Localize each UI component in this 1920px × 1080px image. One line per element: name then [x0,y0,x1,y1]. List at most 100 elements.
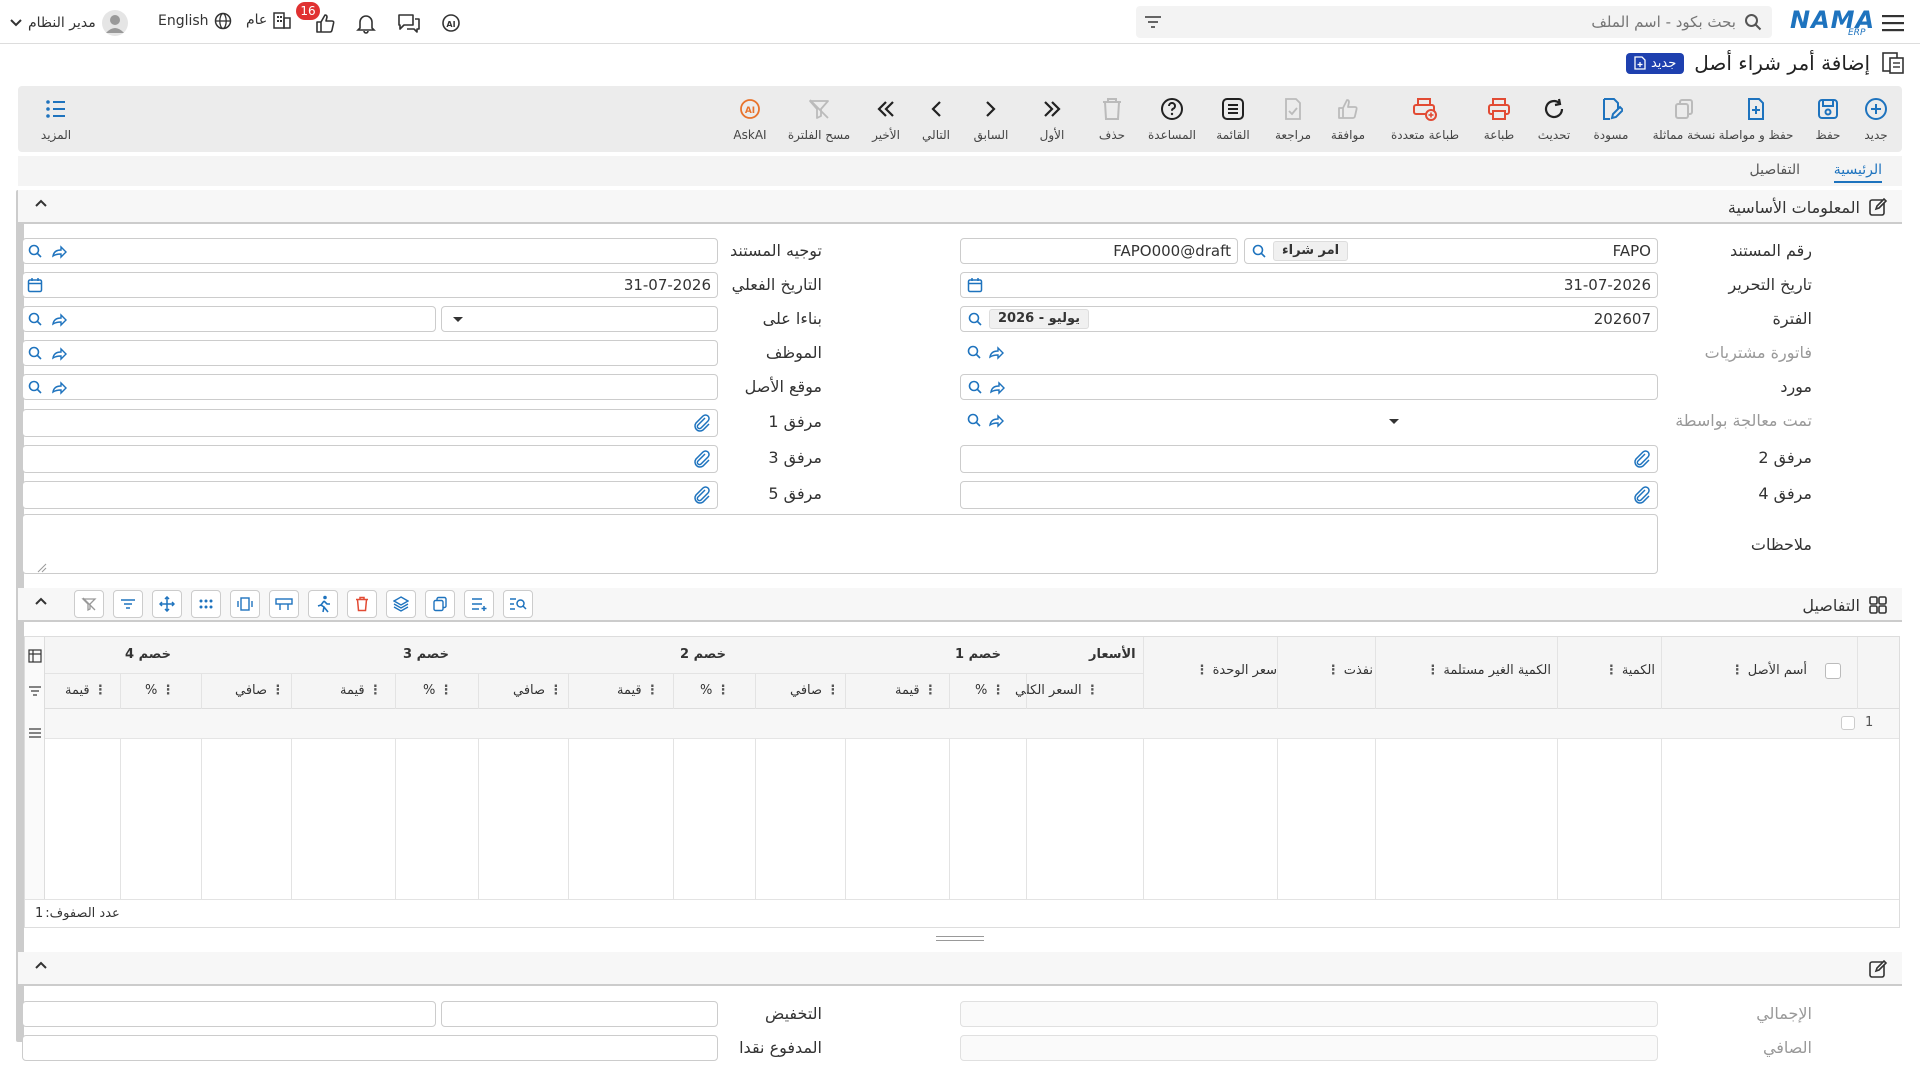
doc-routing-field[interactable] [22,238,718,264]
help-button[interactable]: المساعدة [1142,94,1202,150]
bell-icon[interactable] [353,10,379,36]
share-arrow-icon[interactable] [51,379,67,395]
col-header-unit-price[interactable]: سعر الوحدة ⋮ [1149,663,1277,678]
col-header-d2-value[interactable]: ⋮ قيمة [617,683,659,698]
details-section-header[interactable]: التفاصيل [18,588,1902,622]
col-header-d3-value[interactable]: ⋮ قيمة [340,683,382,698]
duplicate-button[interactable]: نسخة مماثلة [1653,94,1715,150]
user-menu[interactable]: مدير النظام [10,10,128,36]
save-button[interactable]: حفظ [1798,94,1858,150]
paperclip-icon[interactable] [1633,450,1651,468]
calendar-icon[interactable] [27,277,43,293]
grid-search-rows-button[interactable] [503,590,533,618]
grid-copy-row-button[interactable] [425,590,455,618]
collapse-chevron-up-icon[interactable] [34,596,48,606]
hamburger-menu-icon[interactable] [1880,10,1906,36]
employee-field[interactable] [22,340,718,366]
share-arrow-icon[interactable] [51,345,67,361]
paid-cash-field[interactable] [22,1035,718,1061]
row-menu-icon[interactable] [28,727,42,739]
search-icon[interactable] [27,243,43,259]
discount-percent-field[interactable] [441,1001,718,1027]
col-header-d3-net[interactable]: ⋮ صافي [235,683,284,698]
attachment5-field[interactable] [22,481,718,509]
doc-code-field[interactable]: FAPO000@draft [960,238,1238,264]
processed-by-type-select[interactable] [1380,408,1658,434]
grid-add-row-button[interactable] [464,590,494,618]
col-header-d4-value[interactable]: ⋮ قيمة [65,683,107,698]
tab-details[interactable]: التفاصيل [1750,162,1800,178]
supplier-field[interactable] [960,374,1658,400]
col-header-d1-percent[interactable]: ⋮ % [975,683,1005,698]
table-row[interactable]: 1 [45,709,1899,739]
processed-by-field[interactable] [960,408,1376,434]
first-record-button[interactable]: الأول [1022,94,1082,150]
list-button[interactable]: القائمة [1203,94,1263,150]
search-refresh-icon[interactable] [1251,243,1267,259]
col-header-d1-value[interactable]: ⋮ قيمة [895,683,937,698]
search-input[interactable] [1176,6,1736,38]
table-columns-icon[interactable] [28,649,42,663]
search-icon[interactable] [966,344,982,360]
col-header-d4-percent[interactable]: ⋮ % [145,683,175,698]
search-icon[interactable] [967,379,983,395]
search-icon[interactable] [27,345,43,361]
paperclip-icon[interactable] [693,450,711,468]
share-arrow-icon[interactable] [51,311,67,327]
grid-run-button[interactable] [308,590,338,618]
grid-dots-button[interactable] [191,590,221,618]
purchase-invoice-field[interactable] [960,340,1658,366]
askai-button[interactable]: AI AskAI [720,94,780,150]
grid-clear-filter-button[interactable] [74,590,104,618]
print-button[interactable]: طباعة [1469,94,1529,150]
attachment2-field[interactable] [960,445,1658,473]
paperclip-icon[interactable] [693,414,711,432]
col-header-asset-name[interactable]: أسم الأصل ⋮ [1667,663,1807,678]
col-header-quantity[interactable]: الكمية ⋮ [1565,663,1655,678]
grid-delete-row-button[interactable] [347,590,377,618]
col-header-d2-percent[interactable]: ⋮ % [700,683,730,698]
search-box[interactable] [1136,6,1772,38]
collapse-chevron-up-icon[interactable] [34,198,48,208]
ai-assistant-icon[interactable]: AI [438,10,464,36]
section-resize-grip[interactable] [936,934,984,942]
grid-layers-button[interactable] [386,590,416,618]
search-icon[interactable] [1744,13,1762,31]
grid-table-settings-button[interactable] [269,590,299,618]
col-header-d2-net[interactable]: ⋮ صافي [513,683,562,698]
actual-date-field[interactable]: 31-07-2026 [22,272,718,298]
col-header-unreceived-qty[interactable]: الكمية الغير مستلمة ⋮ [1381,663,1551,678]
basic-info-section-header[interactable]: المعلومات الأساسية [18,190,1902,224]
review-button[interactable]: مراجعة [1263,94,1323,150]
multi-print-button[interactable]: طباعة متعددة [1391,94,1459,150]
last-record-button[interactable]: الأخير [856,94,916,150]
more-button[interactable]: المزيد [26,94,86,150]
collapse-chevron-up-icon[interactable] [34,960,48,970]
search-icon[interactable] [27,379,43,395]
previous-record-button[interactable]: السابق [961,94,1021,150]
share-arrow-icon[interactable] [989,379,1005,395]
search-icon[interactable] [27,311,43,327]
row-checkbox[interactable] [1841,716,1855,730]
filter-icon[interactable] [1144,14,1162,30]
asset-location-field[interactable] [22,374,718,400]
based-on-ref-field[interactable] [22,306,436,332]
share-arrow-icon[interactable] [988,344,1004,360]
col-header-executed[interactable]: نفذت ⋮ [1283,663,1373,678]
resize-handle-icon[interactable] [37,563,47,573]
search-icon[interactable] [967,311,983,327]
attachment3-field[interactable] [22,445,718,473]
delete-button[interactable]: حذف [1082,94,1142,150]
search-icon[interactable] [966,412,982,428]
col-header-total-price[interactable]: ⋮ السعر الكلي [1015,683,1099,698]
discount-value-field[interactable] [22,1001,436,1027]
share-arrow-icon[interactable] [988,412,1004,428]
totals-section-header[interactable] [18,952,1902,986]
tab-main[interactable]: الرئيسية [1833,162,1882,183]
col-header-d1-net[interactable]: ⋮ صافي [790,683,839,698]
paperclip-icon[interactable] [693,486,711,504]
based-on-type-select[interactable] [441,306,718,332]
calendar-icon[interactable] [967,277,983,293]
notes-textarea[interactable] [22,514,1658,574]
grid-filter-button[interactable] [113,590,143,618]
